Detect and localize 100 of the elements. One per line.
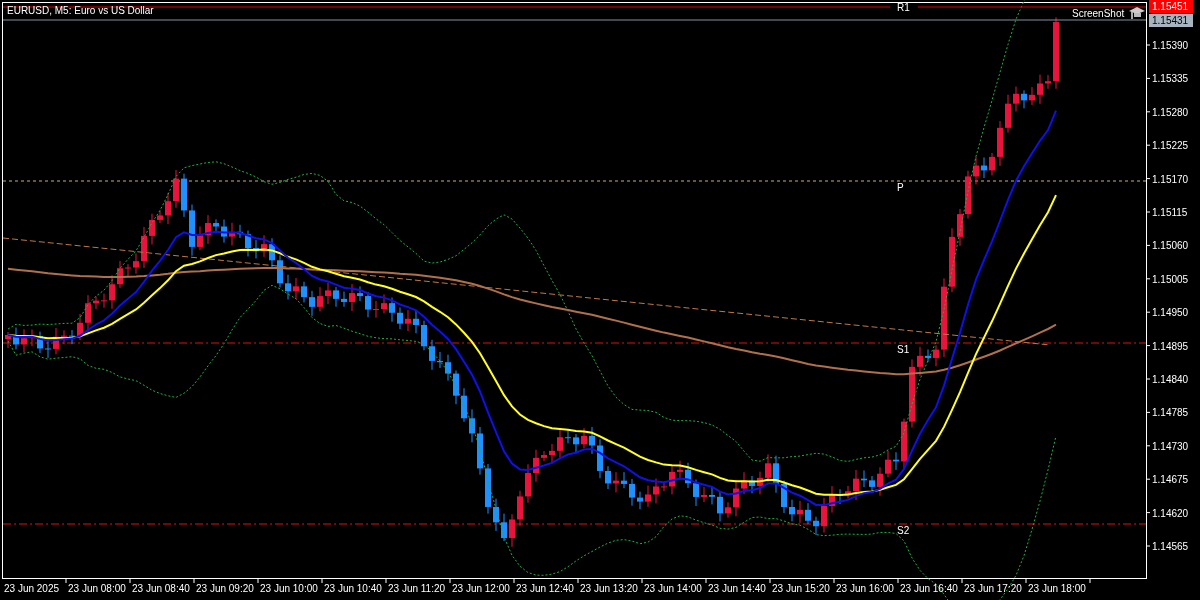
candlestick xyxy=(821,497,827,534)
candlestick xyxy=(549,443,555,465)
candlestick xyxy=(629,478,635,507)
candlestick xyxy=(533,449,539,483)
candlestick xyxy=(349,283,355,312)
time-axis-label: 23 Jun 17:20 xyxy=(964,583,1022,594)
candlestick xyxy=(237,224,243,239)
candlestick xyxy=(933,344,939,367)
candlestick xyxy=(661,482,667,492)
candlestick xyxy=(85,294,91,333)
candlestick xyxy=(101,293,107,309)
candlestick xyxy=(53,327,59,355)
candlestick xyxy=(301,281,307,303)
candlestick xyxy=(1005,94,1011,134)
price-axis-label: 1.15390 xyxy=(1152,40,1189,51)
time-axis-label: 23 Jun 12:40 xyxy=(516,583,574,594)
time-axis-label: 23 Jun 12:00 xyxy=(452,583,510,594)
candlestick xyxy=(605,465,611,490)
candlestick xyxy=(445,354,451,382)
candlestick xyxy=(909,358,915,428)
candlestick xyxy=(509,513,515,548)
candlestick xyxy=(261,234,267,258)
candlestick xyxy=(373,300,379,319)
candlestick xyxy=(797,500,803,524)
candlestick xyxy=(109,274,115,310)
candlestick xyxy=(205,214,211,245)
price-tag: 1.15451 xyxy=(1149,0,1193,13)
candlestick xyxy=(149,213,155,245)
candlestick xyxy=(293,277,299,300)
candlestick xyxy=(997,120,1003,167)
candlestick xyxy=(597,438,603,479)
candlestick xyxy=(717,490,723,522)
candlestick xyxy=(541,450,547,462)
candlestick xyxy=(805,502,811,525)
candlestick xyxy=(1037,74,1043,105)
candlestick xyxy=(1013,86,1019,112)
candlestick xyxy=(165,192,171,225)
candlestick xyxy=(917,346,923,377)
time-axis-label: 23 Jun 15:20 xyxy=(772,583,830,594)
candlestick xyxy=(501,513,507,542)
candlestick xyxy=(309,290,315,317)
candlestick xyxy=(77,313,83,341)
price-axis-label: 1.15115 xyxy=(1152,207,1188,218)
candlestick xyxy=(613,471,619,493)
price-axis-label: 1.14565 xyxy=(1152,541,1189,552)
candlestick xyxy=(189,204,195,257)
candlestick xyxy=(565,429,571,444)
candlestick xyxy=(277,254,283,288)
candlestick xyxy=(61,329,67,345)
candlestick xyxy=(397,306,403,330)
time-axis-label: 23 Jun 08:00 xyxy=(68,583,126,594)
candlestick xyxy=(789,499,795,522)
candlestick xyxy=(837,488,843,505)
candlestick xyxy=(773,455,779,494)
price-axis-label: 1.15170 xyxy=(1152,173,1189,185)
candlestick xyxy=(829,485,835,514)
candlestick xyxy=(813,516,819,536)
candlestick xyxy=(749,475,755,494)
candlestick xyxy=(981,157,987,179)
candlestick xyxy=(13,327,19,350)
candlestick xyxy=(437,351,443,369)
candlestick xyxy=(877,466,883,497)
candlestick xyxy=(677,460,683,481)
candlestick xyxy=(429,339,435,371)
candlestick xyxy=(485,463,491,515)
chart-title: EURUSD, M5: Euro vs US Dollar xyxy=(7,5,154,16)
price-axis-label: 1.14950 xyxy=(1152,307,1189,319)
candlestick xyxy=(357,285,363,302)
price-axis-label: 1.15060 xyxy=(1152,240,1189,252)
time-axis-label: 23 Jun 13:20 xyxy=(580,583,638,594)
candlestick xyxy=(325,282,331,305)
price-axis-label: 1.14895 xyxy=(1152,340,1189,352)
candlestick xyxy=(973,156,979,185)
time-axis-label: 23 Jun 2025 xyxy=(4,583,60,594)
candlestick xyxy=(197,225,203,251)
candlestick xyxy=(1029,86,1035,106)
candlestick xyxy=(893,451,899,471)
candlestick xyxy=(669,464,675,495)
candlestick xyxy=(381,293,387,314)
candlestick xyxy=(965,170,971,219)
candlestick xyxy=(69,329,75,345)
price-tag: 1.15431 xyxy=(1149,14,1193,27)
level-label: S1 xyxy=(897,344,910,355)
price-axis-label: 1.15225 xyxy=(1152,140,1189,152)
candlestick xyxy=(693,479,699,507)
candlestick xyxy=(37,331,43,354)
screenshot-label[interactable]: ScreenShot xyxy=(1072,8,1125,19)
candlestick xyxy=(421,320,427,351)
candlestick xyxy=(413,310,419,334)
candlestick xyxy=(157,210,163,224)
candlestick xyxy=(573,433,579,454)
price-axis-label: 1.15335 xyxy=(1152,73,1189,85)
price-axis-label: 1.14785 xyxy=(1152,407,1189,419)
candlestick xyxy=(733,479,739,517)
time-axis-label: 23 Jun 10:00 xyxy=(260,583,318,594)
candlestick xyxy=(685,462,691,489)
price-axis-label: 1.14840 xyxy=(1152,374,1189,385)
graduation-cap-icon[interactable] xyxy=(1129,7,1145,19)
candlestick xyxy=(861,469,867,488)
candlestick xyxy=(477,426,483,476)
